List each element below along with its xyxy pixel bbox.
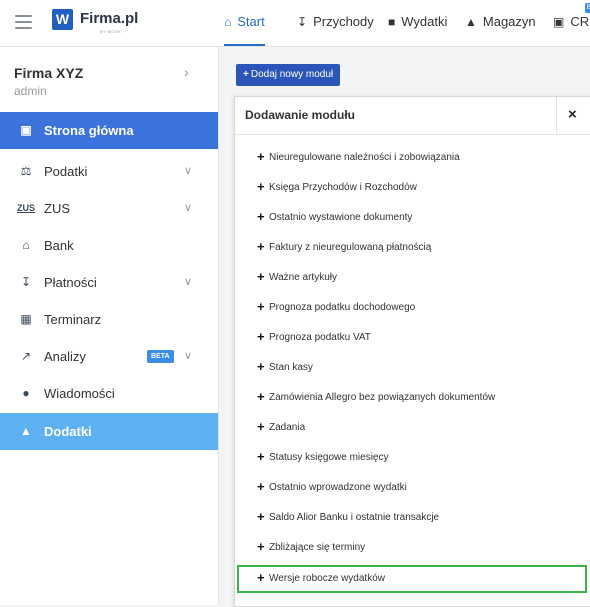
- module-label: Nieuregulowane należności i zobowiązania: [269, 152, 460, 163]
- module-item[interactable]: + Ostatnio wystawione dokumenty: [239, 205, 585, 231]
- home-icon: ⌂: [224, 15, 232, 29]
- sidebar-item-terminarz[interactable]: ▦ Terminarz: [0, 301, 218, 338]
- module-item[interactable]: + Zbliżające się terminy: [239, 535, 585, 561]
- module-label: Ostatnio wystawione dokumenty: [269, 212, 413, 223]
- sidebar: Firma XYZ admin › ▣ Strona główna ⚖ Poda…: [0, 47, 219, 605]
- plus-icon: +: [257, 209, 265, 224]
- module-item[interactable]: + Księga Przychodów i Rozchodów: [239, 175, 585, 201]
- dashboard-icon: ▣: [20, 123, 32, 137]
- plus-icon: +: [257, 359, 265, 374]
- sidebar-item-bank[interactable]: ⌂ Bank: [0, 227, 218, 264]
- plus-icon: +: [257, 419, 265, 434]
- module-label: Zbliżające się terminy: [269, 542, 366, 553]
- sidebar-item-strona-glowna[interactable]: ▣ Strona główna: [0, 112, 218, 149]
- company-user: admin: [14, 84, 47, 98]
- close-button[interactable]: ×: [556, 97, 590, 134]
- hamburger-menu-icon[interactable]: [15, 15, 32, 33]
- module-label: Faktury z nieuregulowaną płatnością: [269, 242, 432, 253]
- add-module-dialog: Dodawanie modułu × + Nieuregulowane należ…: [234, 96, 590, 607]
- logo-text[interactable]: Firma.pl: [80, 10, 138, 27]
- module-label: Księga Przychodów i Rozchodów: [269, 182, 417, 193]
- sidebar-item-wiadomosci[interactable]: ● Wiadomości: [0, 375, 218, 412]
- module-item[interactable]: + Zamówienia Allegro bez powiązanych doku…: [239, 385, 585, 411]
- plus-icon: +: [257, 179, 265, 194]
- module-label: Prognoza podatku VAT: [269, 332, 371, 343]
- tab-przychody[interactable]: ↧ Przychody: [297, 0, 374, 44]
- module-label: Zamówienia Allegro bez powiązanych dokum…: [269, 392, 496, 403]
- plus-icon: +: [257, 149, 265, 164]
- logo-subtitle: BY WOOX: [100, 29, 122, 34]
- calendar-icon: ▦: [20, 312, 32, 326]
- company-name[interactable]: Firma XYZ: [14, 65, 83, 81]
- module-item[interactable]: + Prognoza podatku VAT: [239, 325, 585, 351]
- sidebar-item-platnosci[interactable]: ↧ Płatności ∨: [0, 264, 218, 301]
- plus-icon: +: [257, 329, 265, 344]
- sidebar-item-analizy[interactable]: ↗ Analizy BETA ∨: [0, 338, 218, 375]
- plus-icon: +: [257, 449, 265, 464]
- plus-icon: +: [257, 299, 265, 314]
- module-label: Stan kasy: [269, 362, 313, 373]
- chevron-down-icon: ∨: [184, 202, 193, 214]
- plus-icon: +: [257, 269, 265, 284]
- sidebar-item-dodatki[interactable]: ▲ Dodatki: [0, 413, 218, 450]
- income-icon: ↧: [297, 15, 308, 29]
- message-icon: ●: [22, 386, 30, 400]
- sidebar-item-zus[interactable]: ZUS ZUS ∨: [0, 190, 218, 227]
- plus-icon: +: [257, 509, 265, 524]
- module-item[interactable]: + Stan kasy: [239, 355, 585, 381]
- top-bar: W Firma.pl BY WOOX ⌂ Start ↧ Przychody ■ Wy…: [0, 0, 590, 47]
- plus-icon: +: [257, 239, 265, 254]
- module-label: Statusy księgowe miesięcy: [269, 452, 389, 463]
- plus-icon: +: [257, 479, 265, 494]
- crm-badge: B: [585, 3, 590, 13]
- sidebar-item-podatki[interactable]: ⚖ Podatki ∨: [0, 153, 218, 190]
- module-item[interactable]: + Prognoza podatku dochodowego: [239, 295, 585, 321]
- plus-icon: +: [257, 570, 265, 585]
- plus-icon: +: [243, 69, 249, 80]
- dialog-title: Dodawanie modułu: [245, 108, 356, 122]
- module-label: Prognoza podatku dochodowego: [269, 302, 416, 313]
- chevron-down-icon: ∨: [184, 276, 193, 288]
- chevron-down-icon: ∨: [184, 165, 193, 177]
- module-item[interactable]: + Zadania: [239, 415, 585, 441]
- zus-icon: ZUS: [17, 203, 35, 213]
- tab-magazyn[interactable]: ▲ Magazyn: [465, 0, 536, 44]
- module-label: Zadania: [269, 422, 306, 433]
- module-item[interactable]: + Statusy księgowe miesięcy: [239, 445, 585, 471]
- warehouse-icon: ▲: [465, 15, 477, 29]
- tab-wydatki[interactable]: ■ Wydatki: [388, 0, 447, 44]
- module-label: Saldo Alior Banku i ostatnie transakcje: [269, 512, 440, 523]
- wallet-icon: ■: [388, 15, 396, 29]
- module-item[interactable]: + Faktury z nieuregulowaną płatnością: [239, 235, 585, 261]
- chevron-right-icon[interactable]: ›: [184, 64, 189, 80]
- crm-icon: ▣: [553, 15, 565, 29]
- addons-icon: ▲: [20, 424, 32, 438]
- logo-icon[interactable]: W: [52, 9, 73, 30]
- beta-badge: BETA: [147, 350, 174, 363]
- module-item[interactable]: + Saldo Alior Banku i ostatnie transakcje: [239, 505, 585, 531]
- plus-icon: +: [257, 539, 265, 554]
- module-item[interactable]: + Wersje robocze wydatków: [237, 565, 587, 593]
- tab-start[interactable]: ⌂ Start: [224, 0, 265, 46]
- close-icon: ×: [568, 106, 577, 123]
- module-item[interactable]: + Nieuregulowane należności i zobowiązani…: [239, 145, 585, 171]
- dialog-header: Dodawanie modułu ×: [235, 97, 590, 135]
- chevron-down-icon: ∨: [184, 350, 193, 362]
- module-item[interactable]: + Ostatnio wprowadzone wydatki: [239, 475, 585, 501]
- module-item[interactable]: + Ważne artykuły: [239, 265, 585, 291]
- plus-icon: +: [257, 389, 265, 404]
- module-label: Wersje robocze wydatków: [269, 573, 385, 584]
- bank-icon: ⌂: [22, 238, 30, 252]
- module-label: Ważne artykuły: [269, 272, 337, 283]
- taxes-icon: ⚖: [20, 164, 32, 178]
- add-module-button[interactable]: + Dodaj nowy moduł: [236, 64, 341, 86]
- payments-icon: ↧: [20, 275, 32, 289]
- module-label: Ostatnio wprowadzone wydatki: [269, 482, 407, 493]
- chart-icon: ↗: [20, 349, 32, 363]
